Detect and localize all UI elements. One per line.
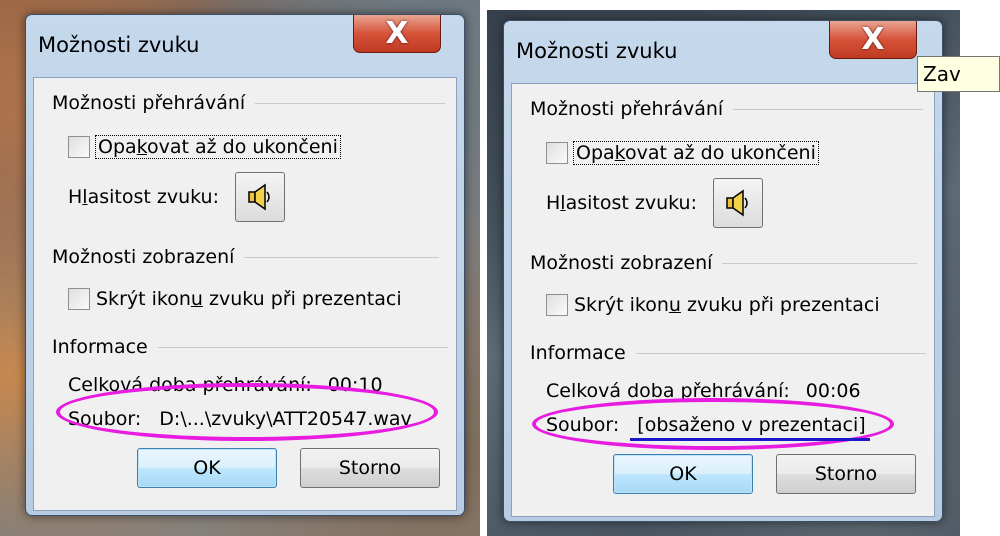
hide-icon-label: Skrýt ikonu zvuku při prezentaci (96, 288, 402, 310)
file-value: [obsaženo v prezentaci] (637, 414, 866, 436)
hide-icon-checkbox-row[interactable]: Skrýt ikonu zvuku při prezentaci (68, 288, 402, 310)
hide-icon-checkbox-row[interactable]: Skrýt ikonu zvuku při prezentaci (546, 294, 880, 316)
loop-label: Opakovat až do ukončeni (95, 135, 341, 159)
speaker-icon (726, 189, 748, 217)
loop-checkbox[interactable] (546, 142, 568, 164)
hide-icon-checkbox[interactable] (68, 288, 90, 310)
volume-button[interactable] (235, 172, 285, 222)
dialog-client-area: Možnosti přehrávání Opakovat až do ukonč… (511, 83, 935, 517)
duration-row: Celková doba přehrávání: 00:10 (68, 374, 383, 396)
duration-label: Celková doba přehrávání: (68, 374, 312, 396)
group-info-label: Informace (52, 336, 148, 358)
dialog-title: Možnosti zvuku (516, 39, 678, 63)
group-info: Informace (52, 336, 452, 358)
dialog-title: Možnosti zvuku (38, 33, 200, 57)
duration-row: Celková doba přehrávání: 00:06 (546, 380, 861, 402)
file-label: Soubor: (68, 408, 142, 430)
close-tooltip: Zav (917, 56, 1000, 92)
cancel-button[interactable]: Storno (300, 448, 440, 488)
volume-label: Hl asitost zvuku: (546, 192, 697, 214)
loop-checkbox-row[interactable]: Opakovat až do ukončeni (68, 135, 341, 159)
speaker-icon (248, 183, 270, 211)
group-display-label: Možnosti zobrazení (52, 246, 235, 268)
duration-value: 00:10 (327, 374, 383, 396)
group-info: Informace (530, 342, 930, 364)
loop-checkbox-row[interactable]: Opakovat až do ukončeni (546, 141, 819, 165)
dialog-client-area: Možnosti přehrávání Opakovat až do ukonč… (33, 77, 457, 511)
volume-button[interactable] (713, 178, 763, 228)
close-icon: X (385, 16, 409, 51)
file-row: Soubor: D:\...\zvuky\ATT20547.wav (68, 408, 412, 430)
file-value: D:\...\zvuky\ATT20547.wav (159, 408, 412, 430)
ok-button[interactable]: OK (137, 448, 277, 488)
hide-icon-label: Skrýt ikonu zvuku při prezentaci (574, 294, 880, 316)
ok-button[interactable]: OK (613, 454, 753, 494)
hide-icon-checkbox[interactable] (546, 294, 568, 316)
sound-options-dialog-right: Možnosti zvuku X Možnosti přehrávání Opa… (503, 20, 943, 522)
group-display-label: Možnosti zobrazení (530, 252, 713, 274)
group-playback: Možnosti přehrávání (530, 98, 930, 120)
annotation-underline (630, 438, 870, 441)
cancel-button[interactable]: Storno (776, 454, 916, 494)
group-display: Možnosti zobrazení (52, 246, 452, 268)
close-button[interactable]: X (353, 15, 441, 53)
group-playback-label: Možnosti přehrávání (52, 92, 246, 114)
group-playback-label: Možnosti přehrávání (530, 98, 724, 120)
close-button[interactable]: X (829, 21, 917, 59)
loop-checkbox[interactable] (68, 136, 90, 158)
file-label: Soubor: (546, 414, 620, 436)
volume-label: Hl asitost zvuku: (68, 186, 219, 208)
file-row: Soubor: [obsaženo v prezentaci] (546, 414, 866, 436)
duration-value: 00:06 (805, 380, 861, 402)
group-display: Možnosti zobrazení (530, 252, 930, 274)
sound-options-dialog-left: Možnosti zvuku X Možnosti přehrávání Opa… (25, 14, 465, 516)
duration-label: Celková doba přehrávání: (546, 380, 790, 402)
close-icon: X (861, 22, 885, 57)
group-info-label: Informace (530, 342, 626, 364)
group-playback: Možnosti přehrávání (52, 92, 452, 114)
loop-label: Opakovat až do ukončeni (573, 141, 819, 165)
